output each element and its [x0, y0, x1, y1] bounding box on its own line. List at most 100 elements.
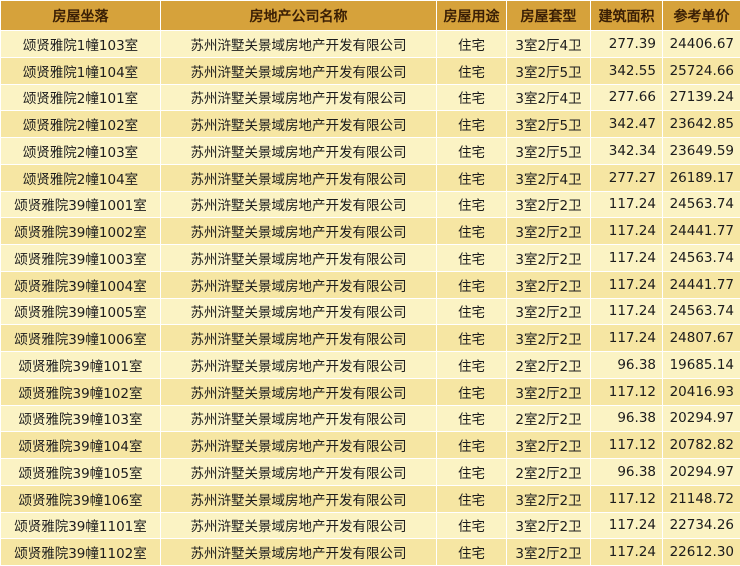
cell-unit-price: 26189.17 — [663, 164, 740, 191]
table-row: 颂贤雅院39幢1003室苏州浒墅关景域房地产开发有限公司住宅3室2厅2卫117.… — [1, 245, 740, 272]
header-row: 房屋坐落 房地产公司名称 房屋用途 房屋套型 建筑面积 参考单价 — [1, 1, 740, 31]
cell-location: 颂贤雅院2幢102室 — [1, 111, 161, 138]
cell-usage: 住宅 — [437, 485, 507, 512]
cell-location: 颂贤雅院39幢106室 — [1, 485, 161, 512]
cell-location: 颂贤雅院39幢1101室 — [1, 512, 161, 539]
cell-area: 117.24 — [591, 271, 663, 298]
cell-unit-price: 27139.24 — [663, 84, 740, 111]
cell-location: 颂贤雅院2幢104室 — [1, 164, 161, 191]
cell-area: 117.24 — [591, 191, 663, 218]
cell-company: 苏州浒墅关景域房地产开发有限公司 — [161, 245, 437, 272]
cell-company: 苏州浒墅关景域房地产开发有限公司 — [161, 352, 437, 379]
cell-layout: 3室2厅2卫 — [507, 378, 591, 405]
cell-location: 颂贤雅院39幢102室 — [1, 378, 161, 405]
cell-area: 96.38 — [591, 352, 663, 379]
cell-layout: 3室2厅4卫 — [507, 164, 591, 191]
cell-unit-price: 24406.67 — [663, 31, 740, 58]
cell-usage: 住宅 — [437, 271, 507, 298]
cell-usage: 住宅 — [437, 57, 507, 84]
cell-location: 颂贤雅院2幢103室 — [1, 138, 161, 165]
cell-unit-price: 23642.85 — [663, 111, 740, 138]
table-row: 颂贤雅院39幢104室苏州浒墅关景域房地产开发有限公司住宅3室2厅2卫117.1… — [1, 432, 740, 459]
cell-unit-price: 24563.74 — [663, 245, 740, 272]
header-location: 房屋坐落 — [1, 1, 161, 31]
cell-layout: 3室2厅2卫 — [507, 432, 591, 459]
cell-area: 117.12 — [591, 432, 663, 459]
cell-usage: 住宅 — [437, 512, 507, 539]
cell-company: 苏州浒墅关景域房地产开发有限公司 — [161, 512, 437, 539]
cell-layout: 3室2厅2卫 — [507, 539, 591, 566]
cell-company: 苏州浒墅关景域房地产开发有限公司 — [161, 271, 437, 298]
table-row: 颂贤雅院2幢102室苏州浒墅关景域房地产开发有限公司住宅3室2厅5卫342.47… — [1, 111, 740, 138]
table-row: 颂贤雅院39幢103室苏州浒墅关景域房地产开发有限公司住宅2室2厅2卫96.38… — [1, 405, 740, 432]
cell-location: 颂贤雅院1幢103室 — [1, 31, 161, 58]
cell-location: 颂贤雅院39幢101室 — [1, 352, 161, 379]
cell-usage: 住宅 — [437, 325, 507, 352]
cell-location: 颂贤雅院39幢1002室 — [1, 218, 161, 245]
cell-unit-price: 20782.82 — [663, 432, 740, 459]
cell-layout: 3室2厅2卫 — [507, 485, 591, 512]
cell-layout: 3室2厅4卫 — [507, 84, 591, 111]
cell-usage: 住宅 — [437, 191, 507, 218]
cell-layout: 3室2厅5卫 — [507, 57, 591, 84]
cell-usage: 住宅 — [437, 31, 507, 58]
cell-area: 117.24 — [591, 218, 663, 245]
cell-usage: 住宅 — [437, 218, 507, 245]
cell-layout: 3室2厅2卫 — [507, 191, 591, 218]
cell-location: 颂贤雅院39幢103室 — [1, 405, 161, 432]
cell-usage: 住宅 — [437, 432, 507, 459]
cell-unit-price: 22612.30 — [663, 539, 740, 566]
header-layout: 房屋套型 — [507, 1, 591, 31]
cell-layout: 3室2厅2卫 — [507, 325, 591, 352]
cell-usage: 住宅 — [437, 352, 507, 379]
cell-unit-price: 19685.14 — [663, 352, 740, 379]
table-row: 颂贤雅院39幢1001室苏州浒墅关景域房地产开发有限公司住宅3室2厅2卫117.… — [1, 191, 740, 218]
house-price-table: 房屋坐落 房地产公司名称 房屋用途 房屋套型 建筑面积 参考单价 颂贤雅院1幢1… — [0, 0, 740, 566]
header-area: 建筑面积 — [591, 1, 663, 31]
cell-layout: 3室2厅2卫 — [507, 512, 591, 539]
cell-company: 苏州浒墅关景域房地产开发有限公司 — [161, 111, 437, 138]
cell-company: 苏州浒墅关景域房地产开发有限公司 — [161, 31, 437, 58]
cell-layout: 2室2厅2卫 — [507, 352, 591, 379]
header-company: 房地产公司名称 — [161, 1, 437, 31]
table-body: 颂贤雅院1幢103室苏州浒墅关景域房地产开发有限公司住宅3室2厅4卫277.39… — [1, 31, 740, 566]
cell-location: 颂贤雅院39幢1001室 — [1, 191, 161, 218]
cell-usage: 住宅 — [437, 84, 507, 111]
cell-company: 苏州浒墅关景域房地产开发有限公司 — [161, 459, 437, 486]
cell-area: 117.24 — [591, 512, 663, 539]
cell-location: 颂贤雅院39幢104室 — [1, 432, 161, 459]
cell-usage: 住宅 — [437, 459, 507, 486]
table-row: 颂贤雅院39幢1101室苏州浒墅关景域房地产开发有限公司住宅3室2厅2卫117.… — [1, 512, 740, 539]
cell-company: 苏州浒墅关景域房地产开发有限公司 — [161, 84, 437, 111]
cell-company: 苏州浒墅关景域房地产开发有限公司 — [161, 218, 437, 245]
table-row: 颂贤雅院39幢1002室苏州浒墅关景域房地产开发有限公司住宅3室2厅2卫117.… — [1, 218, 740, 245]
table-row: 颂贤雅院2幢104室苏州浒墅关景域房地产开发有限公司住宅3室2厅4卫277.27… — [1, 164, 740, 191]
cell-unit-price: 23649.59 — [663, 138, 740, 165]
cell-area: 117.24 — [591, 539, 663, 566]
table-row: 颂贤雅院39幢1004室苏州浒墅关景域房地产开发有限公司住宅3室2厅2卫117.… — [1, 271, 740, 298]
cell-company: 苏州浒墅关景域房地产开发有限公司 — [161, 378, 437, 405]
cell-company: 苏州浒墅关景域房地产开发有限公司 — [161, 325, 437, 352]
table-row: 颂贤雅院1幢104室苏州浒墅关景域房地产开发有限公司住宅3室2厅5卫342.55… — [1, 57, 740, 84]
cell-layout: 3室2厅5卫 — [507, 111, 591, 138]
cell-usage: 住宅 — [437, 539, 507, 566]
cell-area: 96.38 — [591, 459, 663, 486]
cell-location: 颂贤雅院39幢1005室 — [1, 298, 161, 325]
cell-usage: 住宅 — [437, 138, 507, 165]
cell-layout: 3室2厅4卫 — [507, 31, 591, 58]
cell-area: 342.55 — [591, 57, 663, 84]
cell-area: 342.47 — [591, 111, 663, 138]
table-row: 颂贤雅院2幢101室苏州浒墅关景域房地产开发有限公司住宅3室2厅4卫277.66… — [1, 84, 740, 111]
header-usage: 房屋用途 — [437, 1, 507, 31]
cell-area: 117.12 — [591, 378, 663, 405]
cell-unit-price: 20294.97 — [663, 405, 740, 432]
table-row: 颂贤雅院2幢103室苏州浒墅关景域房地产开发有限公司住宅3室2厅5卫342.34… — [1, 138, 740, 165]
cell-company: 苏州浒墅关景域房地产开发有限公司 — [161, 539, 437, 566]
cell-unit-price: 22734.26 — [663, 512, 740, 539]
cell-unit-price: 24441.77 — [663, 271, 740, 298]
cell-unit-price: 24563.74 — [663, 191, 740, 218]
cell-layout: 3室2厅5卫 — [507, 138, 591, 165]
table-row: 颂贤雅院39幢106室苏州浒墅关景域房地产开发有限公司住宅3室2厅2卫117.1… — [1, 485, 740, 512]
table-row: 颂贤雅院39幢1006室苏州浒墅关景域房地产开发有限公司住宅3室2厅2卫117.… — [1, 325, 740, 352]
cell-unit-price: 21148.72 — [663, 485, 740, 512]
